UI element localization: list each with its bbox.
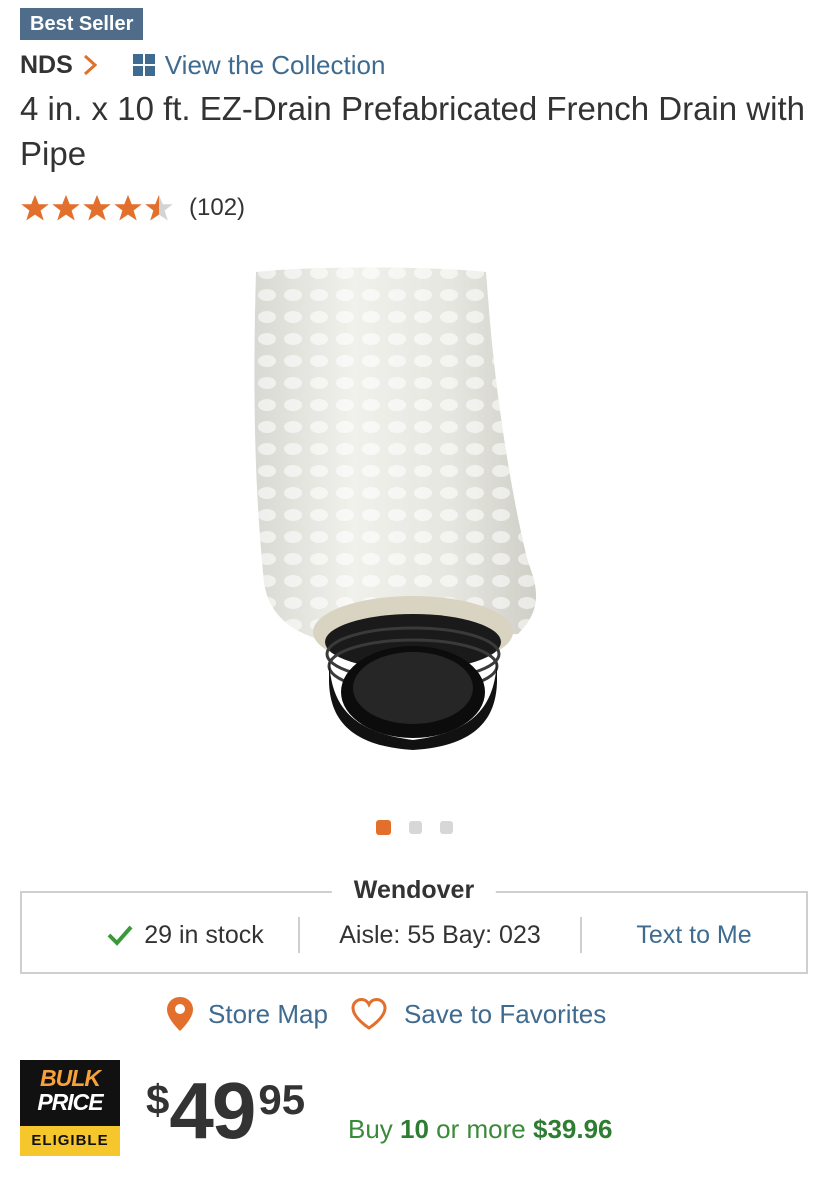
- bulk-offer-prefix: Buy: [348, 1114, 401, 1144]
- save-to-favorites-link[interactable]: Save to Favorites: [404, 999, 606, 1030]
- grid-icon: [132, 54, 155, 76]
- rating-row[interactable]: (102): [20, 190, 245, 226]
- store-actions: Store Map Save to Favorites: [166, 994, 606, 1034]
- gallery-dot-2[interactable]: [408, 821, 422, 834]
- text-to-me-link[interactable]: Text to Me: [580, 917, 806, 953]
- bulk-price-eligible-logo: BULK PRICE ELIGIBLE: [20, 1060, 120, 1156]
- view-collection-label: View the Collection: [164, 49, 386, 80]
- star-icon: [52, 194, 80, 221]
- product-price: $ 49 95: [146, 1066, 305, 1156]
- half-star-icon: [145, 194, 173, 221]
- product-image[interactable]: [228, 262, 568, 762]
- map-pin-icon[interactable]: [166, 996, 194, 1032]
- price-cents: 95: [258, 1076, 306, 1123]
- bulk-offer-middle: or more: [428, 1114, 533, 1144]
- stock-label: 29 in stock: [144, 920, 264, 949]
- bulk-offer-quantity: 10: [400, 1114, 429, 1144]
- price-dollars: 49: [169, 1066, 256, 1155]
- bulk-logo-line1: BULK: [40, 1065, 101, 1091]
- review-count[interactable]: (102): [189, 194, 245, 222]
- bulk-offer: Buy 10 or more $39.96: [348, 1114, 613, 1145]
- star-icon: [21, 194, 49, 221]
- aisle-location: Aisle: 55 Bay: 023: [298, 917, 580, 953]
- brand-row: NDS View the Collection: [20, 48, 385, 82]
- best-seller-badge: Best Seller: [20, 8, 144, 40]
- gallery-pagination: [0, 820, 828, 835]
- product-title: 4 in. x 10 ft. EZ-Drain Prefabricated Fr…: [20, 90, 805, 172]
- gallery-dot-1[interactable]: [375, 820, 391, 835]
- chevron-right-icon[interactable]: [81, 54, 99, 76]
- price-currency: $: [146, 1076, 170, 1123]
- star-icon: [83, 194, 111, 221]
- heart-icon[interactable]: [350, 997, 388, 1031]
- store-map-link[interactable]: Store Map: [208, 999, 328, 1030]
- view-collection-link[interactable]: View the Collection: [132, 49, 386, 81]
- star-icon: [114, 194, 142, 221]
- store-availability-panel: Wendover 29 in stock Aisle: 55 Bay: 023 …: [20, 876, 808, 974]
- gallery-dot-3[interactable]: [439, 821, 453, 834]
- stock-status: 29 in stock: [22, 917, 298, 953]
- bulk-logo-line2: PRICE: [37, 1089, 103, 1115]
- store-name[interactable]: Wendover: [331, 876, 497, 905]
- brand-link[interactable]: NDS: [20, 51, 73, 80]
- star-rating: [20, 193, 175, 223]
- bulk-logo-line3: ELIGIBLE: [20, 1126, 120, 1156]
- bulk-offer-price: $39.96: [532, 1114, 613, 1144]
- checkmark-icon: [107, 925, 133, 946]
